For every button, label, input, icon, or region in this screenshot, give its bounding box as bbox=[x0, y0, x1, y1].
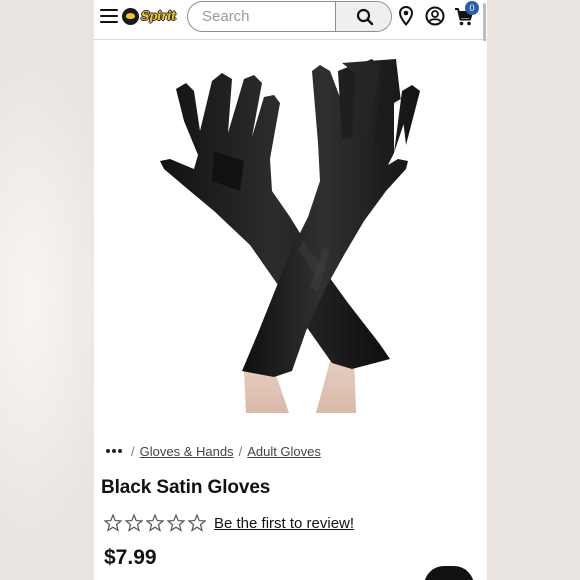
site-header: Spirit 0 bbox=[94, 0, 487, 69]
product-price: $7.99 bbox=[104, 546, 157, 569]
search-button[interactable] bbox=[335, 2, 391, 31]
search-icon bbox=[356, 8, 373, 25]
skull-logo-icon bbox=[122, 7, 139, 25]
product-title: Black Satin Gloves bbox=[101, 477, 271, 498]
star-outline-icon bbox=[188, 514, 206, 532]
star-outline-icon bbox=[167, 514, 185, 532]
rating-stars[interactable] bbox=[104, 514, 206, 532]
breadcrumb-separator: / bbox=[131, 443, 135, 459]
product-rating: Be the first to review! bbox=[104, 512, 354, 534]
account-icon[interactable] bbox=[425, 6, 445, 26]
review-link[interactable]: Be the first to review! bbox=[214, 515, 354, 532]
more-dots-icon[interactable] bbox=[106, 449, 122, 453]
star-outline-icon bbox=[104, 514, 122, 532]
gloves-image bbox=[160, 59, 420, 413]
search-input[interactable] bbox=[188, 2, 335, 31]
star-outline-icon bbox=[125, 514, 143, 532]
location-pin-icon[interactable] bbox=[399, 6, 413, 26]
cart-count-badge: 0 bbox=[465, 1, 479, 15]
breadcrumb-separator: / bbox=[238, 443, 243, 459]
breadcrumb-link-adult-gloves[interactable]: Adult Gloves bbox=[247, 444, 321, 459]
product-image[interactable] bbox=[94, 41, 487, 421]
spirit-logo[interactable]: Spirit bbox=[122, 7, 184, 25]
search-bar bbox=[187, 1, 392, 32]
menu-icon[interactable] bbox=[100, 9, 118, 23]
chat-button[interactable] bbox=[424, 566, 474, 580]
mobile-page: Spirit 0 bbox=[94, 0, 487, 580]
breadcrumb: / Gloves & Hands / Adult Gloves bbox=[106, 442, 321, 460]
star-outline-icon bbox=[146, 514, 164, 532]
logo-text: Spirit bbox=[141, 9, 177, 23]
breadcrumb-link-gloves-hands[interactable]: Gloves & Hands bbox=[140, 444, 234, 459]
